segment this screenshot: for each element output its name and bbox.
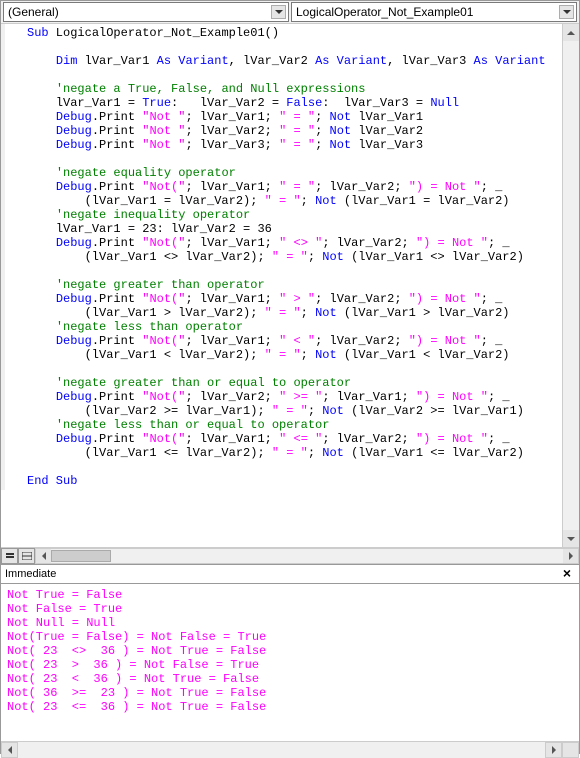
close-icon[interactable]: × xyxy=(559,567,575,581)
code-horizontal-scrollbar[interactable] xyxy=(35,548,579,564)
vertical-scrollbar[interactable] xyxy=(562,24,579,547)
procedure-view-button[interactable] xyxy=(1,548,18,564)
scroll-right-icon[interactable] xyxy=(563,549,578,563)
procedure-dropdown-text: LogicalOperator_Not_Example01 xyxy=(296,5,473,19)
scroll-corner xyxy=(562,742,579,758)
scroll-down-icon[interactable] xyxy=(563,530,579,547)
object-dropdown[interactable]: (General) xyxy=(3,2,289,22)
immediate-horizontal-scrollbar[interactable] xyxy=(1,741,579,758)
object-dropdown-text: (General) xyxy=(8,5,59,19)
immediate-window-title: Immediate × xyxy=(1,564,579,584)
view-toggle-bar xyxy=(1,547,579,564)
code-pane: Sub LogicalOperator_Not_Example01() Dim … xyxy=(1,24,579,564)
full-module-view-button[interactable] xyxy=(18,548,35,564)
procedure-dropdown[interactable]: LogicalOperator_Not_Example01 xyxy=(291,2,577,22)
dropdown-toolbar: (General) LogicalOperator_Not_Example01 xyxy=(1,1,579,24)
code-content[interactable]: Sub LogicalOperator_Not_Example01() Dim … xyxy=(1,24,579,490)
chevron-down-icon xyxy=(559,5,574,19)
scroll-right-icon[interactable] xyxy=(545,742,562,758)
code-scroll[interactable]: Sub LogicalOperator_Not_Example01() Dim … xyxy=(1,24,579,547)
scroll-up-icon[interactable] xyxy=(563,24,579,41)
chevron-down-icon xyxy=(271,5,286,19)
immediate-title-text: Immediate xyxy=(5,568,56,580)
scrollbar-thumb[interactable] xyxy=(51,550,111,562)
scroll-left-icon[interactable] xyxy=(1,742,18,758)
scroll-left-icon[interactable] xyxy=(36,549,51,563)
immediate-window[interactable]: Not True = False Not False = True Not Nu… xyxy=(1,584,579,741)
